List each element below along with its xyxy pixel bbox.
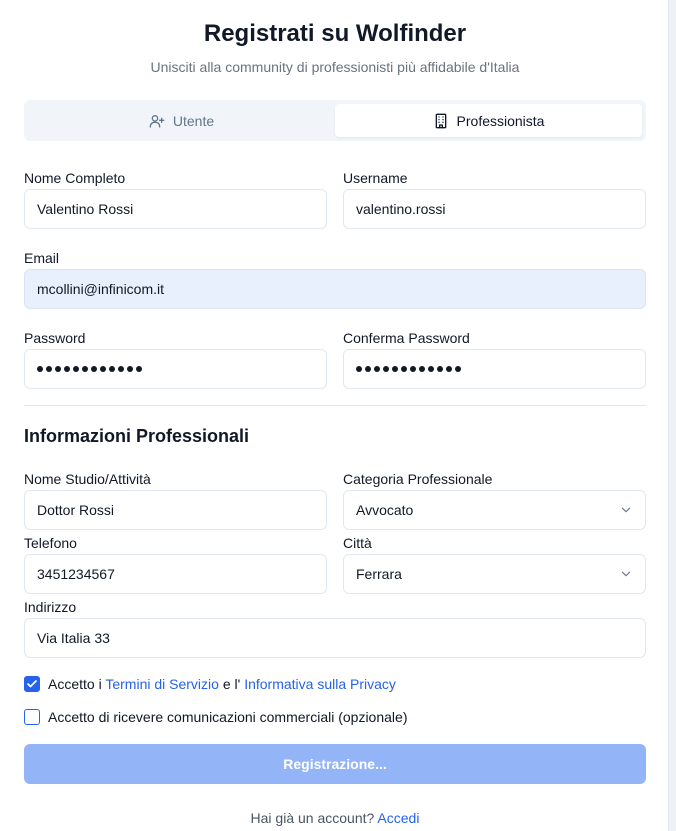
full-name-field[interactable]: Valentino Rossi	[24, 189, 327, 229]
tab-professionista-label: Professionista	[456, 112, 545, 129]
city-value: Ferrara	[356, 566, 402, 582]
section-divider	[24, 405, 646, 406]
username-field[interactable]: valentino.rossi	[343, 189, 646, 229]
login-prompt: Hai già un account? Accedi	[0, 810, 670, 826]
password-mask-dot	[127, 366, 133, 372]
phone-label: Telefono	[24, 535, 77, 551]
confirm-password-field[interactable]	[343, 349, 646, 389]
password-mask-dot	[410, 366, 416, 372]
email-label: Email	[24, 250, 60, 266]
scrollbar-track[interactable]	[668, 0, 676, 831]
password-mask-dot	[365, 366, 371, 372]
password-mask-dot	[401, 366, 407, 372]
username-label: Username	[343, 170, 408, 186]
username-value: valentino.rossi	[356, 201, 446, 217]
category-label: Categoria Professionale	[343, 471, 493, 487]
confirm-password-label: Conferma Password	[343, 330, 470, 346]
password-mask-dot	[392, 366, 398, 372]
registration-page: Registrati su Wolfinder Unisciti alla co…	[0, 0, 676, 831]
terms-consent-text: Accetto i Termini di Servizio e l' Infor…	[48, 676, 396, 692]
password-mask-dot	[374, 366, 380, 372]
confirm-password-mask	[356, 366, 461, 372]
password-mask-dot	[91, 366, 97, 372]
password-mask-dot	[428, 366, 434, 372]
user-plus-icon	[149, 114, 165, 128]
address-value: Via Italia 33	[37, 630, 110, 646]
check-icon	[27, 680, 37, 688]
login-link[interactable]: Accedi	[377, 810, 419, 826]
password-mask	[37, 366, 142, 372]
tab-utente-label: Utente	[172, 112, 215, 129]
password-mask-dot	[82, 366, 88, 372]
password-mask-dot	[64, 366, 70, 372]
register-button[interactable]: Registrazione...	[24, 744, 646, 784]
marketing-consent-label: Accetto di ricevere comunicazioni commer…	[48, 709, 408, 725]
studio-field[interactable]: Dottor Rossi	[24, 490, 327, 530]
password-mask-dot	[383, 366, 389, 372]
password-mask-dot	[136, 366, 142, 372]
email-field[interactable]: mcollini@infinicom.it	[24, 269, 646, 309]
tab-professionista[interactable]: Professionista	[335, 104, 642, 137]
password-mask-dot	[55, 366, 61, 372]
full-name-label: Nome Completo	[24, 170, 126, 186]
city-label: Città	[343, 535, 372, 551]
password-mask-dot	[100, 366, 106, 372]
password-label: Password	[24, 330, 86, 346]
password-mask-dot	[46, 366, 52, 372]
password-mask-dot	[73, 366, 79, 372]
terms-checkbox[interactable]	[24, 676, 40, 692]
login-prompt-text: Hai già un account?	[250, 810, 375, 826]
category-select[interactable]: Avvocato	[343, 490, 646, 530]
tab-utente[interactable]: Utente	[28, 104, 335, 137]
page-subtitle: Unisciti alla community di professionist…	[150, 59, 520, 75]
building-icon	[435, 113, 446, 128]
password-mask-dot	[356, 366, 362, 372]
terms-middle: e l'	[222, 676, 241, 692]
password-mask-dot	[455, 366, 461, 372]
password-field[interactable]	[24, 349, 327, 389]
studio-value: Dottor Rossi	[37, 502, 115, 518]
chevron-down-icon	[621, 571, 631, 577]
studio-label: Nome Studio/Attività	[24, 471, 151, 487]
terms-prefix: Accetto i	[48, 676, 102, 692]
full-name-value: Valentino Rossi	[37, 201, 134, 217]
email-value: mcollini@infinicom.it	[37, 281, 165, 297]
password-mask-dot	[37, 366, 43, 372]
account-type-tabs: Utente Professionista	[24, 100, 646, 141]
phone-field[interactable]: 3451234567	[24, 554, 327, 594]
phone-value: 3451234567	[37, 566, 115, 582]
marketing-consent-row: Accetto di ricevere comunicazioni commer…	[24, 709, 407, 725]
password-mask-dot	[118, 366, 124, 372]
professional-section-title: Informazioni Professionali	[24, 426, 250, 446]
chevron-down-icon	[621, 507, 631, 513]
password-mask-dot	[109, 366, 115, 372]
privacy-policy-link[interactable]: Informativa sulla Privacy	[244, 676, 396, 692]
page-title: Registrati su Wolfinder	[203, 20, 467, 47]
password-mask-dot	[437, 366, 443, 372]
city-select[interactable]: Ferrara	[343, 554, 646, 594]
terms-consent-row: Accetto i Termini di Servizio e l' Infor…	[24, 676, 396, 692]
password-mask-dot	[446, 366, 452, 372]
password-mask-dot	[419, 366, 425, 372]
category-value: Avvocato	[356, 502, 414, 518]
address-field[interactable]: Via Italia 33	[24, 618, 646, 658]
terms-of-service-link[interactable]: Termini di Servizio	[105, 676, 219, 692]
marketing-checkbox[interactable]	[24, 709, 40, 725]
address-label: Indirizzo	[24, 599, 77, 615]
